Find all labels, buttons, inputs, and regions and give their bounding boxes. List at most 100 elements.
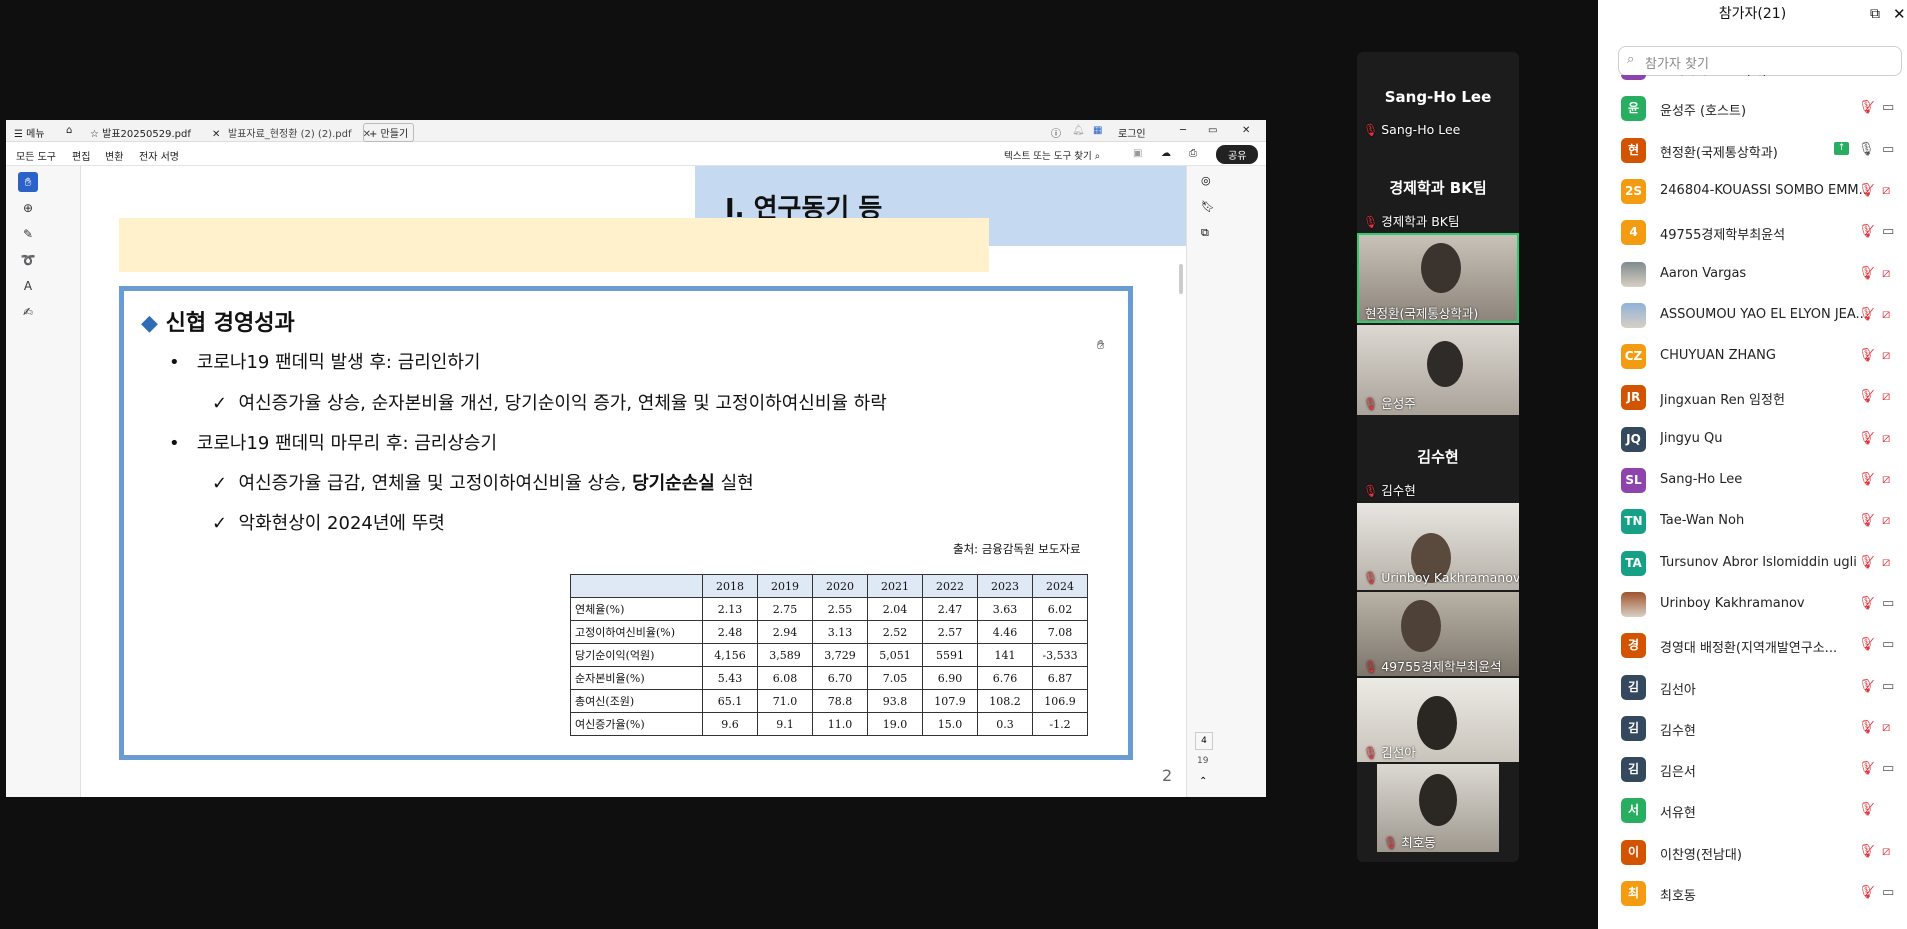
camera-off-icon[interactable]: ⧄ (1882, 844, 1890, 859)
participant-row[interactable]: 김 김선아 🎙︎̸ ▭ (1598, 667, 1907, 708)
mic-muted-icon[interactable]: 🎙︎̸ (1858, 761, 1875, 776)
participant-row[interactable]: 경경제학과 BK팀 (나)🎙︎̸ (1598, 75, 1907, 88)
tab-second-pdf[interactable]: 발표자료_현정환 (2) (2).pdf ✕ (228, 125, 371, 140)
camera-on-icon[interactable]: ▭ (1882, 100, 1894, 115)
share-button[interactable]: 공유 (1216, 145, 1259, 164)
mic-muted-icon[interactable]: 🎙︎̸ (1858, 472, 1875, 487)
mic-muted-icon[interactable]: 🎙︎̸ (1858, 431, 1875, 446)
help-icon[interactable]: ⓘ (1051, 125, 1061, 140)
maximize-icon[interactable]: ▭ (1208, 125, 1217, 136)
mic-muted-icon[interactable]: 🎙︎̸ (1858, 637, 1875, 652)
mic-on-icon[interactable]: 🎙︎ (1858, 142, 1875, 157)
mic-muted-icon[interactable]: 🎙︎̸ (1858, 802, 1875, 817)
participant-row[interactable]: SL Sang-Ho Lee 🎙︎̸ ⧄ (1598, 460, 1907, 501)
camera-on-icon[interactable]: ▭ (1882, 637, 1894, 652)
login-link[interactable]: 로그인 (1118, 125, 1146, 140)
camera-off-icon[interactable]: ⧄ (1882, 720, 1890, 735)
camera-off-icon[interactable]: ⧄ (1882, 348, 1890, 363)
camera-on-icon[interactable]: ▭ (1882, 761, 1894, 776)
participant-row[interactable]: Aaron Vargas 🎙︎̸ ⧄ (1598, 254, 1907, 295)
participant-row[interactable]: 4 49755경제학부최윤석 🎙︎̸ ▭ (1598, 212, 1907, 253)
mic-muted-icon[interactable]: 🎙︎̸ (1858, 720, 1875, 735)
lasso-icon[interactable]: ➰ (18, 250, 38, 270)
tab-active-pdf[interactable]: ☆ 발표20250529.pdf ✕ (90, 125, 220, 140)
camera-on-icon[interactable]: ▭ (1882, 885, 1894, 900)
participant-row[interactable]: JQ Jingyu Qu 🎙︎̸ ⧄ (1598, 419, 1907, 460)
mic-muted-icon[interactable]: 🎙︎̸ (1858, 307, 1875, 322)
video-tile[interactable]: 🎙︎ 최호동 (1377, 764, 1499, 852)
mic-muted-icon[interactable]: 🎙︎̸ (1858, 885, 1875, 900)
apps-grid-icon[interactable]: ▦ (1093, 125, 1102, 136)
camera-on-icon[interactable]: ▭ (1882, 596, 1894, 611)
page-number-input[interactable]: 4 (1195, 732, 1213, 750)
convert-menu[interactable]: 변환 (105, 148, 123, 163)
participant-row[interactable]: 김 김은서 🎙︎̸ ▭ (1598, 749, 1907, 790)
stamp-icon[interactable]: ✍ (18, 302, 38, 322)
home-icon[interactable]: ⌂ (66, 125, 72, 136)
print-icon[interactable]: ⎙ (1189, 148, 1197, 159)
video-tile[interactable]: 🎙︎ 김선아 (1357, 678, 1519, 762)
mic-muted-icon[interactable]: 🎙︎̸ (1858, 266, 1875, 281)
upload-cloud-icon[interactable]: ☁ (1161, 148, 1171, 159)
camera-off-icon[interactable]: ⧄ (1882, 307, 1890, 322)
edit-menu[interactable]: 편집 (72, 148, 90, 163)
camera-off-icon[interactable]: ⧄ (1882, 472, 1890, 487)
mic-muted-icon[interactable]: 🎙︎̸ (1858, 183, 1875, 198)
e-sign-menu[interactable]: 전자 서명 (139, 148, 179, 163)
video-tile-active-speaker[interactable]: 현정환(국제통상학과) (1357, 233, 1519, 323)
close-window-icon[interactable]: ✕ (1242, 125, 1250, 136)
pop-out-icon[interactable]: ⧉ (1870, 0, 1880, 28)
participant-row[interactable]: 김 김수현 🎙︎̸ ⧄ (1598, 708, 1907, 749)
scrollbar-thumb[interactable] (1179, 264, 1183, 294)
notification-icon[interactable]: 🔔︎ (1072, 125, 1085, 136)
participant-row[interactable]: TN Tae-Wan Noh 🎙︎̸ ⧄ (1598, 501, 1907, 542)
mic-muted-icon[interactable]: 🎙︎̸ (1858, 348, 1875, 363)
camera-on-icon[interactable]: ▭ (1882, 142, 1894, 157)
hand-cursor-icon[interactable]: ✋︎ (18, 172, 38, 192)
all-tools-menu[interactable]: 모든 도구 (16, 148, 56, 163)
zoom-icon[interactable]: ⊕ (18, 198, 38, 218)
participant-row[interactable]: 경 경영대 배정환(지역개발연구소... 🎙︎̸ ▭ (1598, 625, 1907, 666)
video-tile[interactable]: 🎙︎ 윤성주 (1357, 325, 1519, 415)
mic-muted-icon[interactable]: 🎙︎̸ (1858, 596, 1875, 611)
camera-off-icon[interactable]: ⧄ (1882, 266, 1890, 281)
pages-icon[interactable]: ⧉ (1201, 226, 1209, 240)
participant-row[interactable]: 서 서유현 🎙︎̸ (1598, 790, 1907, 831)
participant-row[interactable]: 2S 246804-KOUASSI SOMBO EMM... 🎙︎̸ ⧄ (1598, 171, 1907, 212)
participant-row[interactable]: 윤 윤성주 (호스트) 🎙︎̸ ▭ (1598, 88, 1907, 129)
find-tools-field[interactable]: 텍스트 또는 도구 찾기 ⌕ (1004, 148, 1100, 162)
mic-muted-icon[interactable]: 🎙︎̸ (1858, 679, 1875, 694)
camera-off-icon[interactable]: ⧄ (1882, 513, 1890, 528)
save-icon[interactable]: ▣ (1133, 148, 1142, 159)
shared-screen-pdf-viewer[interactable]: ☰ 메뉴 ⌂ ☆ 발표20250529.pdf ✕ 발표자료_현정환 (2) (… (6, 120, 1266, 797)
participant-row[interactable]: CZ CHUYUAN ZHANG 🎙︎̸ ⧄ (1598, 336, 1907, 377)
participant-row[interactable]: 이 이찬영(전남대) 🎙︎̸ ⧄ (1598, 832, 1907, 873)
mic-muted-icon[interactable]: 🎙︎̸ (1858, 224, 1875, 239)
camera-on-icon[interactable]: ▭ (1882, 224, 1894, 239)
mic-muted-icon[interactable]: 🎙︎̸ (1858, 100, 1875, 115)
pen-icon[interactable]: ✎ (18, 224, 38, 244)
text-box-icon[interactable]: A (18, 276, 38, 296)
bookmark-icon[interactable]: 🔖︎ (1201, 200, 1215, 213)
video-tile[interactable]: 🎙︎ Urinboy Kakhramanov (1357, 503, 1519, 590)
mic-muted-icon[interactable]: 🎙︎̸ (1858, 844, 1875, 859)
camera-on-icon[interactable]: ▭ (1882, 679, 1894, 694)
mic-muted-icon[interactable]: 🎙︎̸ (1858, 389, 1875, 404)
participant-row[interactable]: JR Jingxuan Ren 임정헌 🎙︎̸ ⧄ (1598, 377, 1907, 418)
camera-off-icon[interactable]: ⧄ (1882, 389, 1890, 404)
mic-muted-icon[interactable]: 🎙︎̸ (1858, 555, 1875, 570)
participant-search-input[interactable]: ⌕ 참가자 찾기 (1618, 46, 1902, 76)
document-page[interactable]: Ⅰ. 연구동기 등 ◆ 신협 경영성과 • 코로나19 팬데믹 발생 후: 금리… (81, 166, 1201, 797)
menu-button[interactable]: ☰ 메뉴 (14, 125, 45, 140)
video-tile[interactable]: 🎙︎ 49755경제학부최윤석 (1357, 592, 1519, 676)
ai-assistant-icon[interactable]: ◎ (1201, 174, 1211, 187)
participant-row[interactable]: 최 최호동 🎙︎̸ ▭ (1598, 873, 1907, 914)
new-tab-button[interactable]: + 만들기 (363, 123, 415, 142)
participant-row[interactable]: TA Tursunov Abror Islomiddin ugli 🎙︎̸ ⧄ (1598, 543, 1907, 584)
camera-off-icon[interactable]: ⧄ (1882, 555, 1890, 570)
participant-row[interactable]: 현 현정환(국제통상학과) ↑ 🎙︎ ▭ (1598, 130, 1907, 171)
mic-muted-icon[interactable]: 🎙︎̸ (1858, 513, 1875, 528)
camera-off-icon[interactable]: ⧄ (1882, 431, 1890, 446)
camera-off-icon[interactable]: ⧄ (1882, 183, 1890, 198)
minimize-icon[interactable]: ─ (1180, 125, 1186, 136)
